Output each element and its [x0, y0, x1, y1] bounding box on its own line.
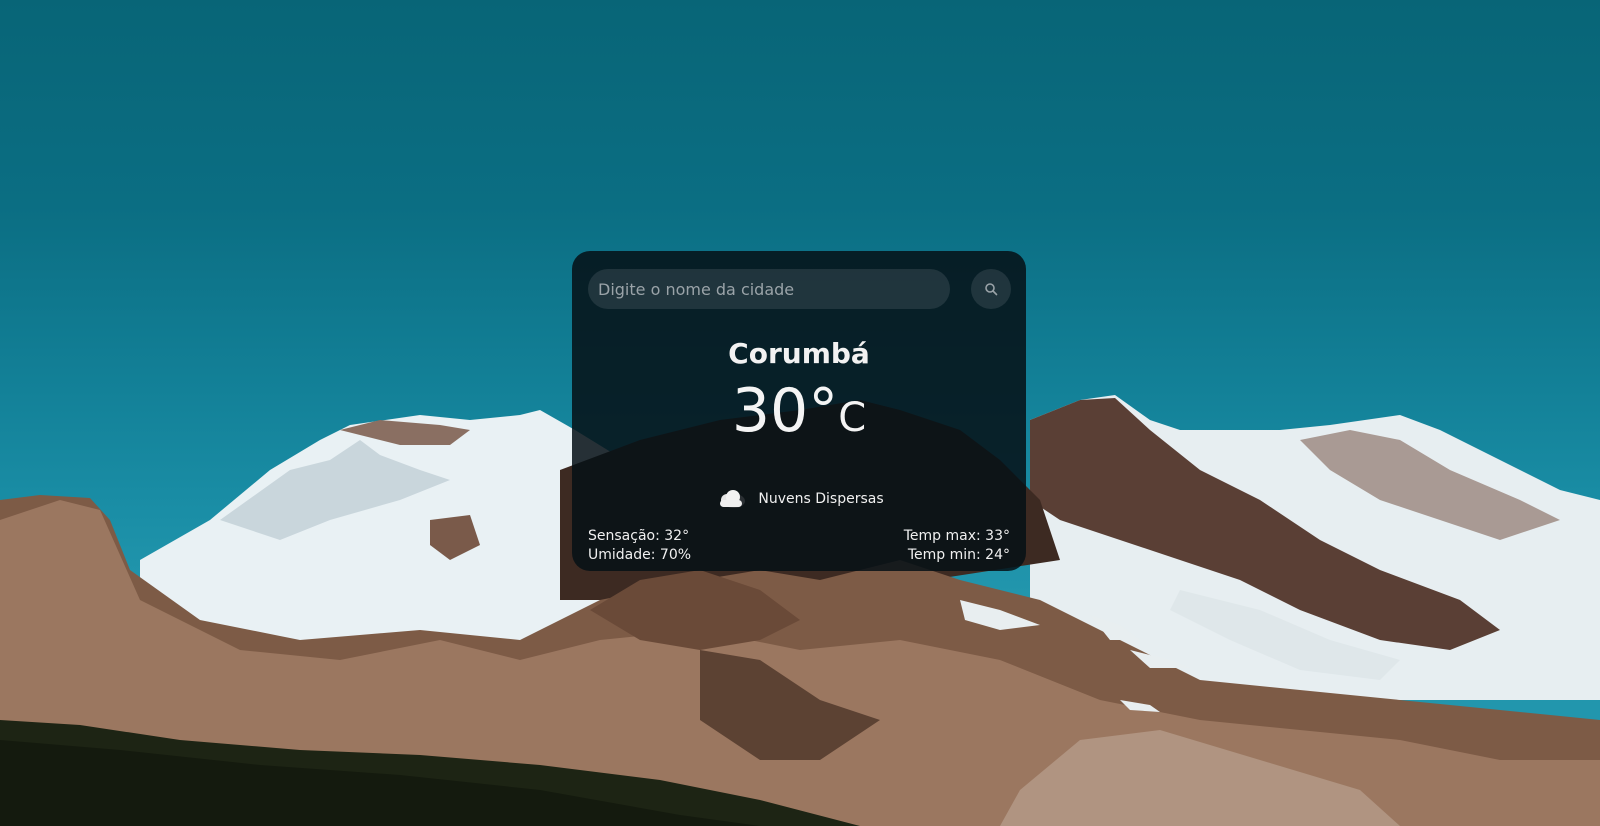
humidity-value: 70%	[659, 547, 692, 563]
cloud-icon	[720, 490, 746, 508]
feels-like-label: Sensação:	[588, 528, 660, 544]
feels-like-row: Sensação: 32°	[588, 527, 691, 546]
search-input[interactable]	[588, 269, 950, 309]
temperature: 30°C	[572, 381, 1026, 441]
temp-max-row: Temp max: 33°	[904, 527, 1010, 546]
humidity-label: Umidade:	[588, 547, 656, 563]
stats-left: Sensação: 32° Umidade: 70%	[588, 527, 691, 565]
weather-condition: Nuvens Dispersas	[572, 487, 1026, 511]
feels-like-value: 32°	[664, 528, 690, 544]
humidity-row: Umidade: 70%	[588, 546, 691, 565]
temperature-value: 30°	[731, 376, 839, 446]
condition-label: Nuvens Dispersas	[758, 491, 884, 507]
temp-min-row: Temp min: 24°	[904, 546, 1010, 565]
search-icon	[985, 283, 998, 296]
search-button[interactable]	[971, 269, 1011, 309]
temp-max-label: Temp max:	[903, 528, 981, 544]
weather-card: Corumbá 30°C Nuvens Dispersas Sensação: …	[572, 251, 1026, 571]
temperature-unit: C	[838, 395, 867, 441]
stats-right: Temp max: 33° Temp min: 24°	[904, 527, 1010, 565]
temp-max-value: 33°	[985, 528, 1010, 544]
temp-min-value: 24°	[985, 547, 1010, 563]
temp-min-label: Temp min:	[907, 547, 981, 563]
city-name: Corumbá	[728, 337, 870, 370]
